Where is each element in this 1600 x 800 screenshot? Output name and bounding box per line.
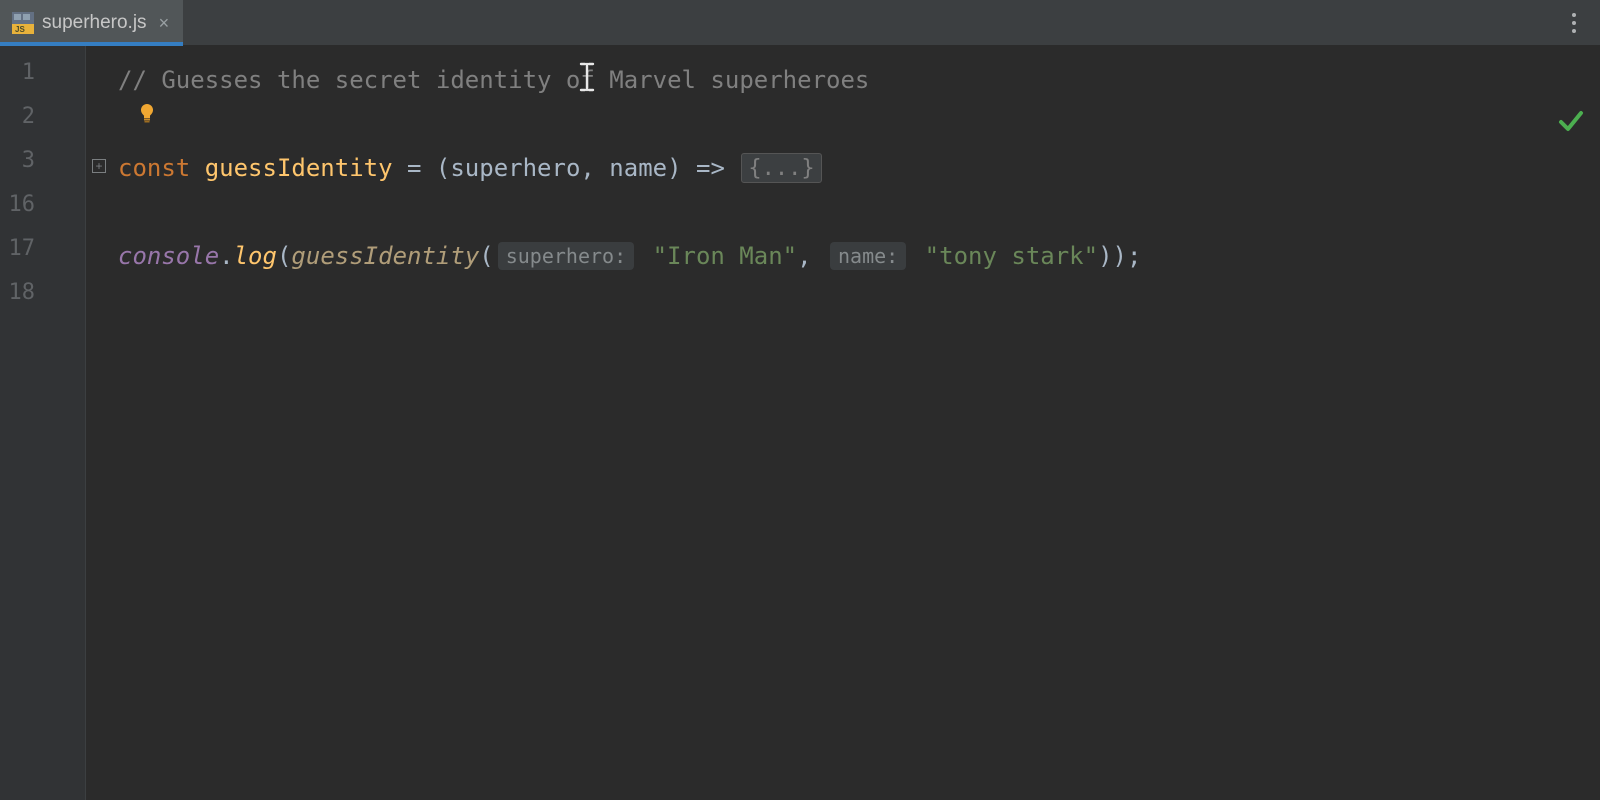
code-line[interactable]: console.log(guessIdentity(superhero: "Ir… — [118, 234, 1141, 278]
gutter: 1 2 3 16 17 18 — [0, 46, 86, 800]
string-literal: "tony stark" — [925, 242, 1098, 270]
analysis-ok-icon[interactable] — [1558, 108, 1584, 140]
method-log: log — [234, 242, 277, 270]
active-tab-indicator — [0, 42, 183, 46]
tab-superhero-js[interactable]: JS superhero.js × — [0, 0, 183, 46]
code-editor[interactable]: 1 2 3 16 17 18 + // Guesses the secret i… — [0, 46, 1600, 800]
code-line[interactable]: const guessIdentity = (superhero, name) … — [118, 146, 824, 190]
line-number: 2 — [22, 104, 35, 129]
operator: = — [393, 154, 436, 182]
fold-expand-icon[interactable]: + — [92, 159, 106, 173]
code-line[interactable]: // Guesses the secret identity of Marvel… — [118, 58, 869, 102]
string-literal: "Iron Man" — [653, 242, 798, 270]
params: (superhero, name) => — [436, 154, 739, 182]
tab-title: superhero.js — [42, 12, 147, 34]
call-guessIdentity: guessIdentity — [291, 242, 479, 270]
close-tab-icon[interactable]: × — [159, 14, 170, 32]
intention-bulb-icon[interactable] — [136, 102, 158, 124]
js-file-icon: JS — [12, 12, 34, 34]
tab-bar: JS superhero.js × — [0, 0, 1600, 46]
fold-column: + — [86, 46, 112, 800]
keyword-const: const — [118, 154, 205, 182]
svg-text:JS: JS — [15, 25, 25, 34]
folded-region[interactable]: {...} — [741, 153, 821, 183]
inlay-hint-superhero: superhero: — [498, 242, 634, 270]
line-number: 1 — [22, 60, 35, 85]
line-number: 16 — [9, 192, 36, 217]
function-name: guessIdentity — [205, 154, 393, 182]
line-number: 18 — [9, 280, 36, 305]
more-options-icon[interactable] — [1560, 13, 1600, 33]
comment-text: // Guesses the secret identity of Marvel… — [118, 66, 869, 94]
line-number: 17 — [9, 236, 36, 261]
line-number: 3 — [22, 148, 35, 173]
inlay-hint-name: name: — [830, 242, 906, 270]
object-console: console — [118, 242, 219, 270]
